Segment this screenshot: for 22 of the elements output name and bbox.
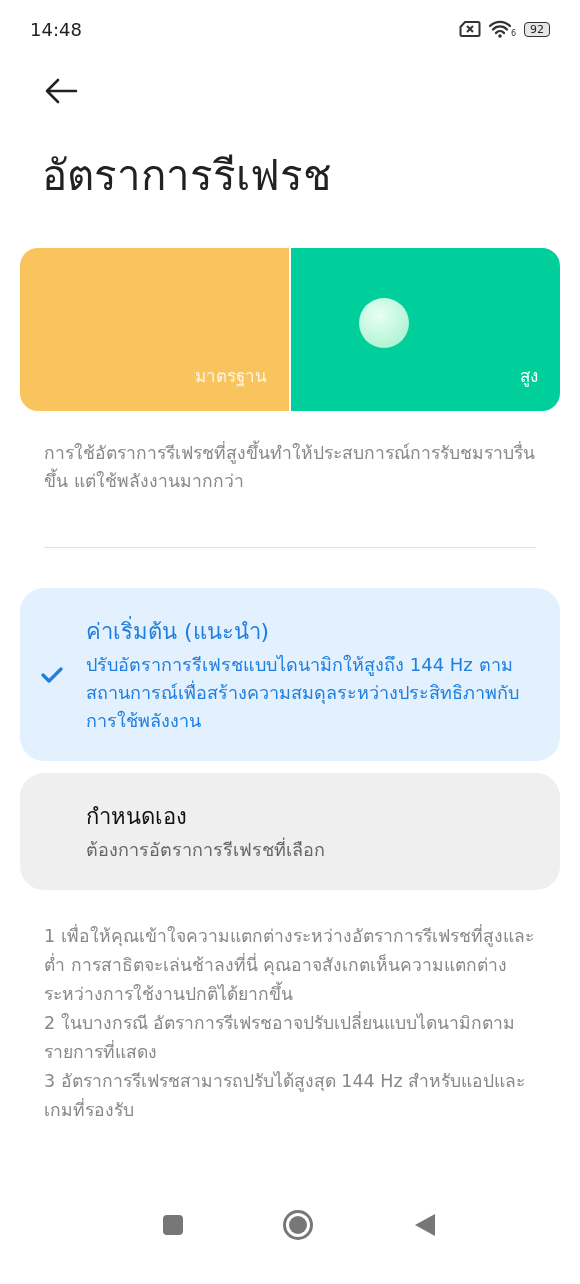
checkmark-icon (41, 665, 63, 684)
mode-option-card[interactable]: ค่าเริ่มต้น (แนะนำ) ปรับอัตราการรีเฟรชแบบไดนามิกให้สูงถึง 144 Hz ตามสถานการณ์เพื่อสร้างความสมดุลระหว่างประสิทธิภาพกับการใช้พลังงาน (20, 588, 560, 761)
footnote-text: 1 เพื่อให้คุณเข้าใจความแตกต่างระหว่างอัตราการรีเฟรชที่สูงและต่ำ การสาธิตจะเล่นช้าลงที่นี่ คุณอาจสังเกตเห็นความแตกต่างระหว่างการใช้งานปกติได้ยากขึ้น (44, 923, 535, 1006)
wifi-number-label: 6 (510, 29, 516, 38)
refresh-rate-segment[interactable]: สูง (289, 248, 560, 411)
status-time: 14:48 (30, 18, 82, 40)
footnote-text: 3 อัตราการรีเฟรชสามารถปรับได้สูงสุด 144 Hz สำหรับแอปและเกมที่รองรับ (44, 1070, 527, 1122)
recents-button[interactable] (163, 1215, 183, 1235)
back-arrow-icon[interactable] (44, 78, 78, 104)
page-title: อัตราการรีเฟรช (42, 150, 333, 202)
option-title: กำหนดเอง (86, 803, 188, 831)
battery-indicator: 92 (524, 21, 550, 37)
option-title: ค่าเริ่มต้น (แนะนำ) (86, 614, 540, 649)
no-sim-icon (458, 20, 481, 38)
back-button[interactable] (413, 1212, 437, 1238)
option-subtitle: ปรับอัตราการรีเฟรชแบบไดนามิกให้สูงถึง 144 Hz ตามสถานการณ์เพื่อสร้างความสมดุลระหว่างประสิทธิภาพกับการใช้พลังงาน (86, 653, 520, 733)
demo-ball-icon (359, 298, 409, 348)
footnote-text: 2 ในบางกรณี อัตราการรีเฟรชอาจปรับเปลี่ยนแบบไดนามิกตามรายการที่แสดง (44, 1010, 517, 1064)
description-text: การใช้อัตราการรีเฟรชที่สูงขึ้นทำให้ประสบการณ์การรับชมราบรื่นขึ้น แต่ใช้พลังงานมากกว่า (44, 439, 536, 495)
wifi-icon (488, 20, 511, 38)
option-subtitle: ต้องการอัตราการรีเฟรชที่เลือก (86, 836, 325, 862)
mode-option-card[interactable]: กำหนดเอง ต้องการอัตราการรีเฟรชที่เลือก (20, 773, 560, 890)
